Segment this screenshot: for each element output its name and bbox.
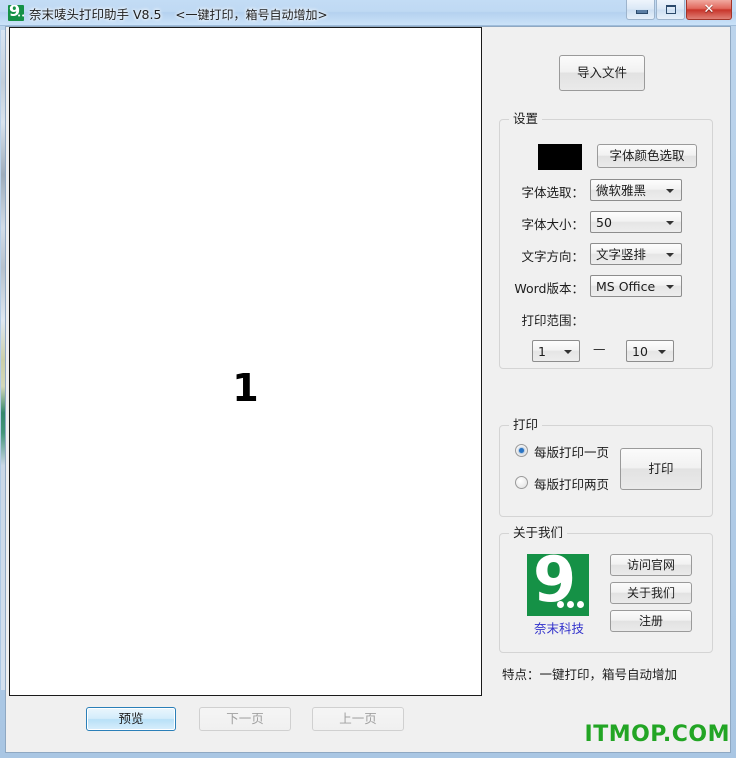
print-range-label: 打印范围： [521,313,584,328]
about-us-button[interactable]: 关于我们 [610,582,692,604]
print-range-to-combo[interactable]: 10 [626,340,674,362]
chevron-down-icon [666,189,674,193]
window-title: 奈末唛头打印助手 V8.5 <一键打印，箱号自动增加> [29,4,328,23]
right-panel: 导入文件 设置 字体颜色选取 字体选取： 微软雅黑 字体大小： 50 文字方向：… [486,27,730,696]
font-select-value: 微软雅黑 [596,183,647,198]
font-size-combo[interactable]: 50 [590,211,682,233]
font-color-swatch[interactable] [538,144,582,170]
print-range-to-value: 10 [632,344,648,359]
radio-off-icon [515,476,528,489]
text-direction-value: 文字竖排 [596,247,647,262]
font-color-picker-button[interactable]: 字体颜色选取 [597,144,697,168]
app-logo-icon: 9 ••• [8,5,24,21]
logo-dots-icon: ••• [17,12,24,20]
print-group-title: 打印 [509,418,543,432]
preview-area[interactable]: 1 [9,27,482,696]
minimize-icon [636,10,648,14]
preview-page-number: 1 [232,366,259,410]
settings-group: 设置 字体颜色选取 字体选取： 微软雅黑 字体大小： 50 文字方向： 文字竖排… [499,112,713,369]
prev-page-button[interactable]: 上一页 [312,707,404,731]
settings-group-title: 设置 [509,112,543,126]
company-logo-icon: 9 [527,546,589,616]
font-size-value: 50 [596,215,612,230]
print-range-from-combo[interactable]: 1 [532,340,580,362]
text-direction-label: 文字方向： [521,249,584,264]
font-select-label: 字体选取： [521,185,584,200]
company-name-label: 奈末科技 [533,621,584,636]
text-direction-combo[interactable]: 文字竖排 [590,243,682,265]
chevron-down-icon [666,253,674,257]
print-button[interactable]: 打印 [620,448,702,490]
about-group: 关于我们 9 奈末科技 访问官网 关于我们 注册 [499,526,713,653]
feature-description: 特点：一键打印，箱号自动增加 [502,667,678,682]
close-button[interactable]: ✕ [686,0,732,20]
register-button[interactable]: 注册 [610,610,692,632]
preview-button[interactable]: 预览 [86,707,176,731]
about-group-title: 关于我们 [509,526,568,540]
word-version-value: MS Office [596,279,656,294]
radio-on-icon [515,444,528,457]
print-range-from-value: 1 [538,344,546,359]
radio-two-pages-label: 每版打印两页 [534,477,610,492]
window-title-subtitle: <一键打印，箱号自动增加> [175,8,328,22]
minimize-button[interactable] [626,0,655,20]
application-window: 9 ••• 奈末唛头打印助手 V8.5 <一键打印，箱号自动增加> ✕ 1 预览… [0,0,736,758]
window-edge-artifact [1,30,5,690]
close-icon: ✕ [703,2,715,17]
title-bar[interactable]: 9 ••• 奈末唛头打印助手 V8.5 <一键打印，箱号自动增加> ✕ [0,0,736,26]
window-title-main: 奈末唛头打印助手 V8.5 [29,7,162,22]
print-group: 打印 每版打印一页 每版打印两页 打印 [499,418,713,517]
radio-one-page-label: 每版打印一页 [534,445,610,460]
chevron-down-icon [658,350,666,354]
site-watermark: ITMOP.COM [584,722,730,747]
word-version-label: Word版本： [514,281,584,296]
chevron-down-icon [564,350,572,354]
font-size-label: 字体大小： [521,217,584,232]
preview-page: 1 [10,28,481,695]
font-select-combo[interactable]: 微软雅黑 [590,179,682,201]
maximize-button[interactable] [656,0,685,20]
chevron-down-icon [666,285,674,289]
next-page-button[interactable]: 下一页 [199,707,291,731]
window-controls: ✕ [625,0,732,22]
visit-website-button[interactable]: 访问官网 [610,554,692,576]
chevron-down-icon [666,221,674,225]
logo-dots-icon [557,601,584,608]
maximize-icon [666,5,676,14]
print-range-separator: — [593,341,606,356]
word-version-combo[interactable]: MS Office [590,275,682,297]
import-file-button[interactable]: 导入文件 [559,55,645,91]
